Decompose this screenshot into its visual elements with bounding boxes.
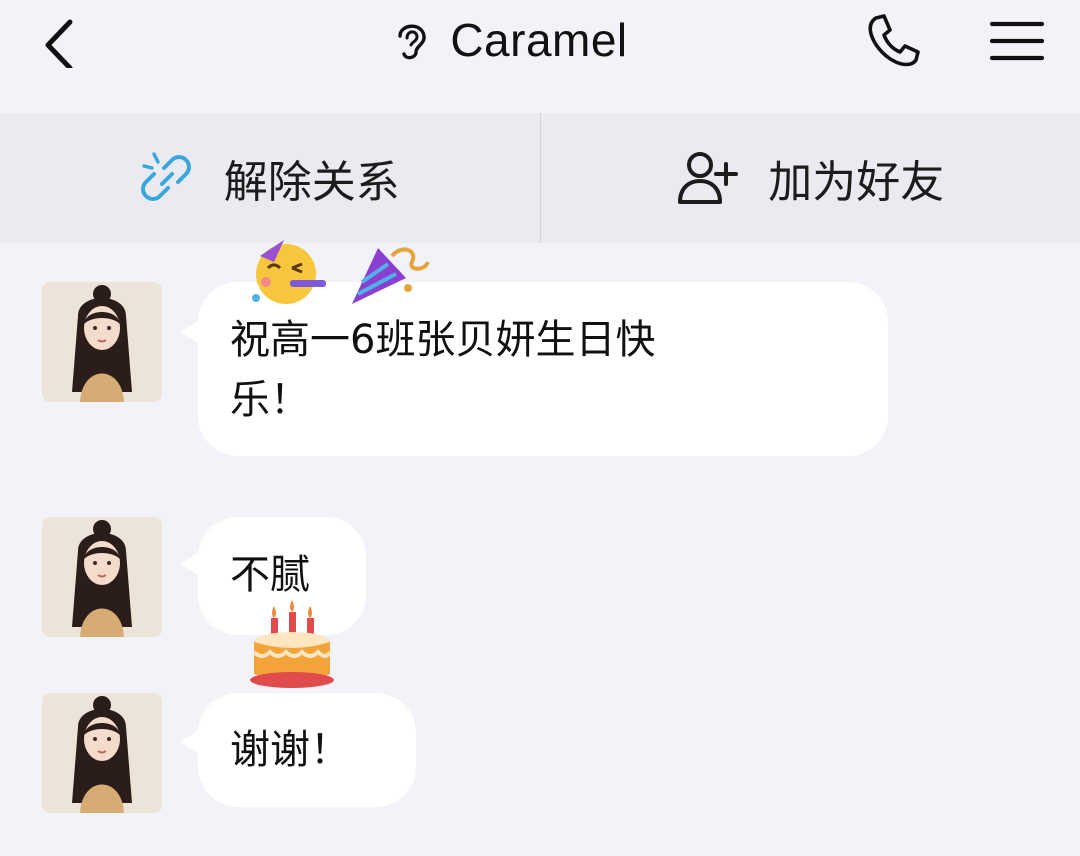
ear-icon	[398, 24, 427, 60]
party-popper-icon	[352, 247, 430, 304]
message-text: 乐！	[230, 377, 310, 423]
avatar-girl-image	[42, 693, 162, 813]
relationship-action-bar: 解除关系 加为好友	[0, 113, 1080, 243]
menu-icon[interactable]	[986, 12, 1046, 66]
avatar[interactable]	[42, 282, 162, 402]
avatar[interactable]	[42, 517, 162, 637]
message-text: 不腻	[230, 552, 310, 598]
unbind-relationship-button[interactable]: 解除关系	[0, 113, 541, 243]
add-friend-label: 加为好友	[768, 157, 945, 208]
unbind-relationship-label: 解除关系	[223, 157, 400, 208]
message-bubble[interactable]: 谢谢！	[198, 693, 416, 807]
message-text: 祝高一6班张贝妍生日快	[230, 317, 656, 363]
message-bubble[interactable]: 祝高一6班张贝妍生日快 乐！	[198, 282, 888, 456]
add-friend-button[interactable]: 加为好友	[541, 113, 1080, 243]
avatar[interactable]	[42, 693, 162, 813]
chat-header: Caramel	[0, 0, 1080, 112]
birthday-cake-emoji	[250, 600, 334, 688]
party-face-emoji	[252, 240, 326, 304]
avatar-girl-image	[42, 517, 162, 637]
page-title: Caramel	[450, 14, 628, 66]
phone-icon[interactable]	[862, 10, 924, 70]
add-user-icon	[678, 152, 739, 204]
message-text: 谢谢！	[230, 727, 350, 773]
broken-link-icon	[140, 152, 191, 201]
avatar-girl-image	[42, 282, 162, 402]
